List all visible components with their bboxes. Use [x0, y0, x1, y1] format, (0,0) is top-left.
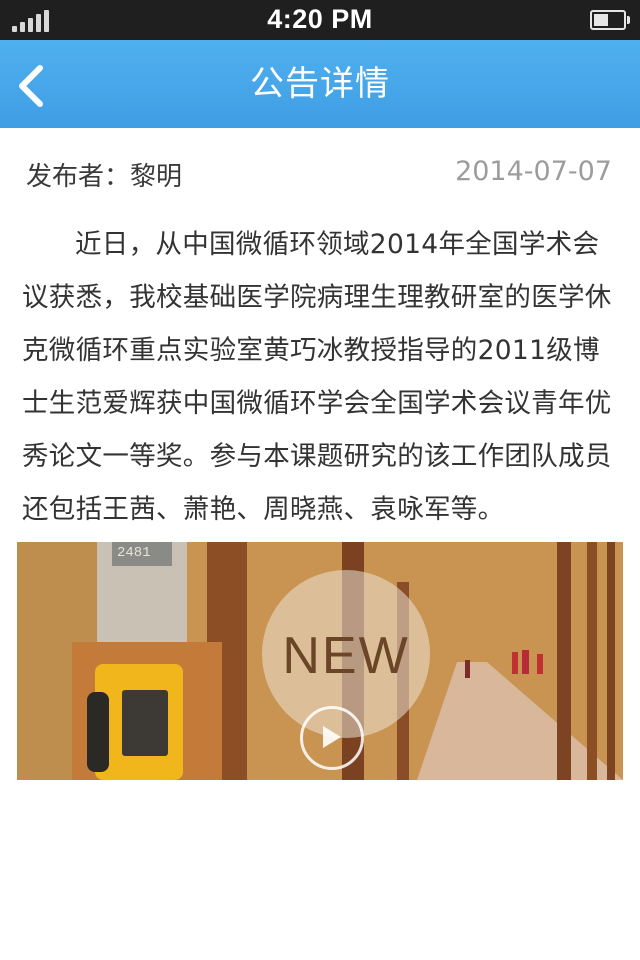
- article-meta: 发布者：黎明 2014-07-07: [0, 156, 640, 200]
- page-title: 公告详情: [250, 64, 390, 104]
- battery-icon: [590, 10, 630, 30]
- article-body: 近日，从中国微循环领域2014年全国学术会议获悉，我校基础医学院病理生理教研室的…: [22, 229, 612, 525]
- play-button[interactable]: [300, 706, 364, 770]
- status-bar: 4:20 PM: [0, 0, 640, 40]
- news-image[interactable]: 2481 NEW: [17, 542, 623, 780]
- publish-date: 2014-07-07: [455, 156, 612, 187]
- status-time: 4:20 PM: [267, 4, 373, 34]
- new-badge-text: NEW: [282, 627, 410, 685]
- publisher-label: 发布者：黎明: [26, 162, 183, 192]
- play-icon: [323, 726, 341, 748]
- booth-number: 2481: [117, 545, 151, 561]
- nav-bar: 公告详情: [0, 40, 640, 128]
